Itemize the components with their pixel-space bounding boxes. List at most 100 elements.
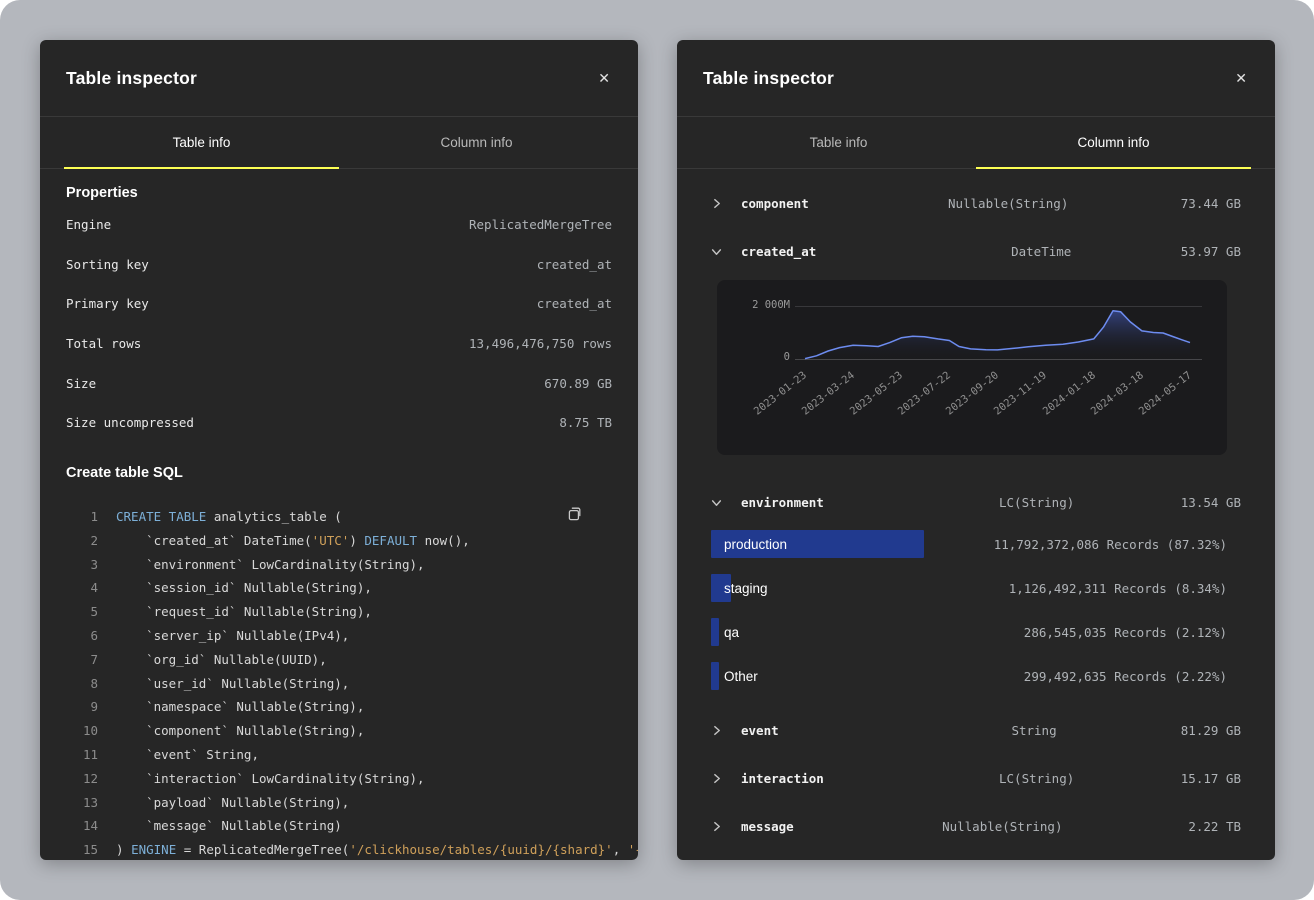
table-inspector-dialog-column-info: Table inspector ✕ Table info Column info… xyxy=(677,40,1275,860)
environment-value-row[interactable]: qa286,545,035 Records (2.12%) xyxy=(711,618,1227,646)
sql-line: 8 `user_id` Nullable(String), xyxy=(66,671,612,695)
value-label: Other xyxy=(724,669,758,684)
line-number: 5 xyxy=(66,604,98,619)
property-row: Engine ReplicatedMergeTree xyxy=(66,205,612,245)
property-label: Primary key xyxy=(66,296,149,311)
chart-area-fill xyxy=(805,311,1190,359)
chevron-down-icon xyxy=(711,496,725,508)
sql-text: `event` String, xyxy=(116,747,259,762)
sql-text: `server_ip` Nullable(IPv4), xyxy=(116,628,349,643)
line-number: 4 xyxy=(66,580,98,595)
tab-table-info[interactable]: Table info xyxy=(64,117,339,168)
desktop-background: Table inspector ✕ Table info Column info… xyxy=(0,0,1314,900)
column-type: String xyxy=(795,723,1057,738)
line-number: 6 xyxy=(66,628,98,643)
column-info-content: component Nullable(String) 73.44 GB crea… xyxy=(677,169,1275,850)
column-type: Nullable(String) xyxy=(810,819,1063,834)
column-size: 81.29 GB xyxy=(1073,723,1241,738)
value-count: 1,126,492,311 Records (8.34%) xyxy=(1009,581,1227,596)
column-size: 15.17 GB xyxy=(1090,771,1241,786)
sql-code-block: 1CREATE TABLE analytics_table (2 `create… xyxy=(66,495,612,860)
chevron-right-icon xyxy=(711,197,725,209)
sql-text: `namespace` Nullable(String), xyxy=(116,699,364,714)
property-value: created_at xyxy=(537,257,612,272)
table-inspector-dialog-table-info: Table inspector ✕ Table info Column info… xyxy=(40,40,638,860)
column-name: message xyxy=(741,819,794,834)
sql-line: 12 `interaction` LowCardinality(String), xyxy=(66,766,612,790)
sql-line: 7 `org_id` Nullable(UUID), xyxy=(66,647,612,671)
tab-column-info[interactable]: Column info xyxy=(339,117,614,168)
area-chart xyxy=(805,280,1190,360)
sql-text: `environment` LowCardinality(String), xyxy=(116,557,425,572)
value-label: production xyxy=(724,537,787,552)
sql-line: 11 `event` String, xyxy=(66,743,612,767)
column-row-event[interactable]: event String 81.29 GB xyxy=(711,706,1241,754)
line-number: 11 xyxy=(66,747,98,762)
sql-text: `request_id` Nullable(String), xyxy=(116,604,372,619)
sql-text: ) ENGINE = ReplicatedMergeTree('/clickho… xyxy=(116,842,638,857)
column-type: LC(String) xyxy=(840,771,1074,786)
dialog-title: Table inspector xyxy=(66,68,197,89)
property-row: Size670.89 GB xyxy=(66,363,612,403)
line-number: 1 xyxy=(66,509,98,524)
sql-line: 6 `server_ip` Nullable(IPv4), xyxy=(66,624,612,648)
copy-icon[interactable] xyxy=(562,503,586,527)
create-table-sql-heading: Create table SQL xyxy=(66,465,612,481)
tab-table-info[interactable]: Table info xyxy=(701,117,976,168)
column-row-message[interactable]: message Nullable(String) 2.22 TB xyxy=(711,802,1241,850)
line-number: 9 xyxy=(66,699,98,714)
close-icon[interactable]: ✕ xyxy=(594,67,614,89)
column-name: interaction xyxy=(741,771,824,786)
x-axis-tick-label: 2023-01-23 xyxy=(751,369,808,417)
chevron-right-icon xyxy=(711,772,725,784)
sql-line: 9 `namespace` Nullable(String), xyxy=(66,695,612,719)
column-row-interaction[interactable]: interaction LC(String) 15.17 GB xyxy=(711,754,1241,802)
value-label: qa xyxy=(724,625,739,640)
property-value: 13,496,476,750 rows xyxy=(469,336,612,351)
column-row-environment[interactable]: environment LC(String) 13.54 GB xyxy=(711,478,1241,526)
column-row-component[interactable]: component Nullable(String) 73.44 GB xyxy=(711,179,1241,227)
dialog-header: Table inspector ✕ xyxy=(40,40,638,117)
tab-bar: Table info Column info xyxy=(40,117,638,169)
chevron-right-icon xyxy=(711,724,725,736)
x-axis-tick-label: 2023-11-19 xyxy=(992,369,1049,417)
x-axis-tick-label: 2024-05-17 xyxy=(1136,369,1193,417)
property-row: Size uncompressed8.75 TB xyxy=(66,403,612,443)
sql-line: 2 `created_at` DateTime('UTC') DEFAULT n… xyxy=(66,528,612,552)
x-axis-tick-label: 2023-07-22 xyxy=(896,369,953,417)
close-icon[interactable]: ✕ xyxy=(1231,67,1251,89)
line-number: 3 xyxy=(66,557,98,572)
environment-value-row[interactable]: production 11,792,372,086 Records (87.32%… xyxy=(711,530,1227,558)
x-axis-tick-label: 2023-03-24 xyxy=(800,369,857,417)
properties-list: EngineReplicatedMergeTreeSorting keycrea… xyxy=(66,205,612,443)
sql-line: 3 `environment` LowCardinality(String), xyxy=(66,552,612,576)
sql-line: 10 `component` Nullable(String), xyxy=(66,719,612,743)
property-label: Engine xyxy=(66,217,111,232)
line-number: 15 xyxy=(66,842,98,857)
property-value: created_at xyxy=(537,296,612,311)
sql-line: 13 `payload` Nullable(String), xyxy=(66,790,612,814)
column-name: environment xyxy=(741,495,824,510)
environment-value-row[interactable]: Other299,492,635 Records (2.22%) xyxy=(711,662,1227,690)
properties-heading: Properties xyxy=(66,185,612,201)
tab-column-info[interactable]: Column info xyxy=(976,117,1251,168)
column-type: DateTime xyxy=(832,244,1071,259)
line-number: 14 xyxy=(66,818,98,833)
x-axis-tick-label: 2024-03-18 xyxy=(1088,369,1145,417)
sql-code-lines: 1CREATE TABLE analytics_table (2 `create… xyxy=(66,505,612,860)
sql-text: `created_at` DateTime('UTC') DEFAULT now… xyxy=(116,533,470,548)
column-name: component xyxy=(741,196,809,211)
column-row-created-at[interactable]: created_at DateTime 53.97 GB xyxy=(711,227,1241,275)
environment-value-row[interactable]: staging1,126,492,311 Records (8.34%) xyxy=(711,574,1227,602)
line-number: 13 xyxy=(66,795,98,810)
environment-value-bars: production 11,792,372,086 Records (87.32%… xyxy=(711,530,1241,690)
sql-line: 14 `message` Nullable(String) xyxy=(66,814,612,838)
value-count: 11,792,372,086 Records (87.32%) xyxy=(994,537,1227,552)
line-number: 12 xyxy=(66,771,98,786)
line-number: 2 xyxy=(66,533,98,548)
created-at-distribution-chart: 2 000M 0 2023-01-232023-03-242023-05-232… xyxy=(717,280,1227,455)
property-row: Total rows13,496,476,750 rows xyxy=(66,324,612,364)
sql-text: `payload` Nullable(String), xyxy=(116,795,349,810)
property-value: ReplicatedMergeTree xyxy=(469,217,612,232)
column-name: event xyxy=(741,723,779,738)
